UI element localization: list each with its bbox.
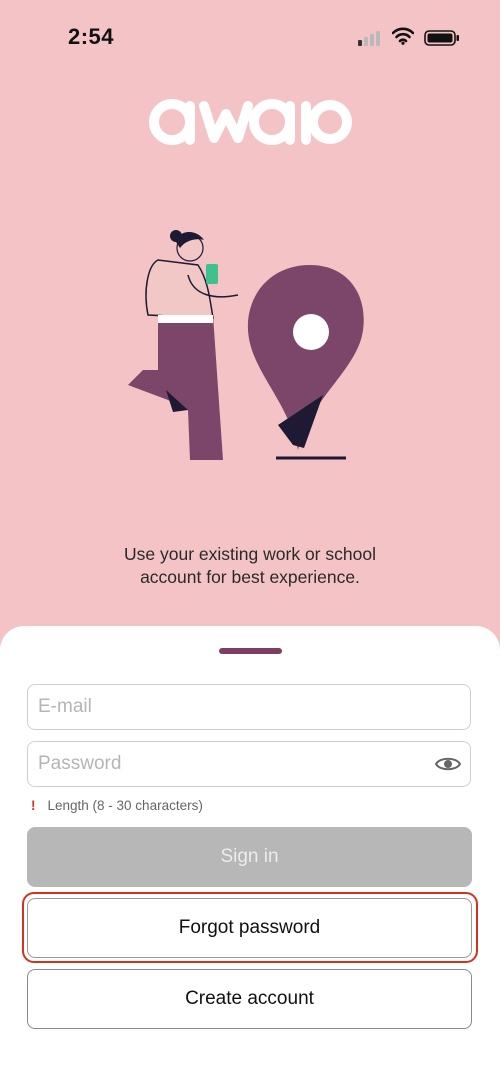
password-hint-text: Length (8 - 30 characters) [47,798,203,813]
login-sheet: ! Length (8 - 30 characters) Sign in Forg… [0,626,500,1084]
info-text: Use your existing work or school account… [0,543,500,589]
status-time: 2:54 [68,24,115,49]
password-length-hint: ! Length (8 - 30 characters) [31,798,203,813]
person-with-map-pin-illustration [128,230,364,460]
status-bar: 2:54 [0,0,500,76]
email-field[interactable] [27,684,471,730]
awaio-logo [149,99,352,145]
password-input[interactable] [28,742,428,786]
create-account-button[interactable]: Create account [27,969,472,1029]
wifi-icon [392,27,414,45]
info-line-2: account for best experience. [140,567,360,587]
info-line-1: Use your existing work or school [124,544,376,564]
email-input[interactable] [28,685,428,729]
sheet-drag-handle[interactable] [219,648,282,654]
show-password-eye-icon[interactable] [434,754,462,774]
sign-in-button[interactable]: Sign in [27,827,472,887]
forgot-password-button[interactable]: Forgot password [27,898,472,958]
signal-icon [358,30,384,46]
password-field[interactable] [27,741,471,787]
battery-icon [424,30,459,46]
warning-icon: ! [31,798,36,813]
